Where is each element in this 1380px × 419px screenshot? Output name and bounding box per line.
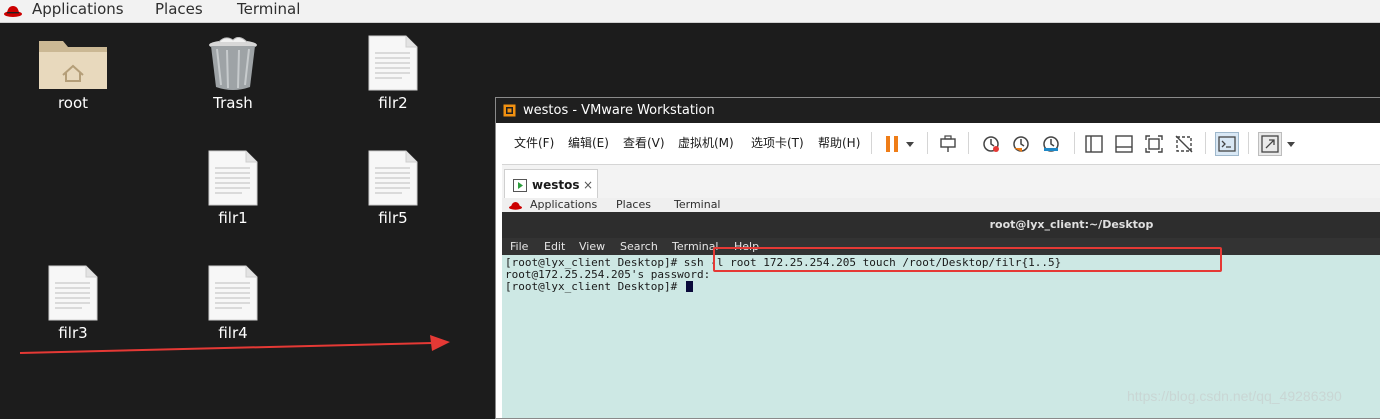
chevron-down-icon[interactable] (1284, 134, 1298, 154)
menu-tabs[interactable]: 选项卡(T) (751, 126, 804, 160)
vm-tab-strip: westos × (502, 164, 1380, 200)
menu-edit[interactable]: 编辑(E) (568, 126, 609, 160)
vmware-logo-icon (503, 104, 516, 117)
text-cursor (685, 281, 693, 292)
show-thumbnail-bar-icon[interactable] (1114, 134, 1134, 154)
toolbar-separator (968, 132, 969, 154)
guest-top-panel: Applications Places Terminal (502, 198, 1380, 212)
terminal-menu-view[interactable]: View (579, 238, 605, 255)
send-ctrl-alt-del-icon[interactable] (938, 134, 958, 154)
window-title: westos - VMware Workstation (523, 103, 715, 118)
toolbar-separator (1248, 132, 1249, 154)
unity-mode-icon[interactable] (1174, 134, 1194, 154)
terminal-menu-search[interactable]: Search (620, 238, 658, 255)
vmware-menubar: 文件(F) 编辑(E) 查看(V) 虚拟机(M) 选项卡(T) 帮助(H) (502, 126, 1380, 160)
watermark: https://blog.csdn.net/qq_49286390 (1127, 388, 1342, 404)
full-screen-icon[interactable] (1144, 134, 1164, 154)
terminal-prompt: [root@lyx_client Desktop]# (505, 280, 684, 293)
show-library-icon[interactable] (1084, 134, 1104, 154)
redhat-logo-icon (509, 202, 522, 210)
revert-snapshot-icon[interactable] (1011, 134, 1031, 154)
guest-screen[interactable]: Applications Places Terminal root@lyx_cl… (502, 198, 1380, 418)
console-view-icon[interactable] (1215, 132, 1239, 156)
tab-close-icon[interactable]: × (583, 170, 593, 200)
menu-vm[interactable]: 虚拟机(M) (678, 126, 734, 160)
snapshot-manager-icon[interactable] (1041, 134, 1061, 154)
toolbar-separator (1074, 132, 1075, 154)
guest-menu-places[interactable]: Places (616, 198, 651, 212)
toolbar-separator (871, 132, 872, 154)
pause-icon[interactable] (882, 134, 902, 154)
vm-icon (513, 179, 527, 192)
menu-view[interactable]: 查看(V) (623, 126, 665, 160)
terminal-title: root@lyx_client:~/Desktop (989, 218, 1154, 231)
menu-file[interactable]: 文件(F) (514, 126, 554, 160)
chevron-down-icon[interactable] (903, 134, 917, 154)
annotation-arrow (19, 335, 450, 354)
terminal-menu-file[interactable]: File (510, 238, 528, 255)
snapshot-icon[interactable] (981, 134, 1001, 154)
toolbar-separator (1205, 132, 1206, 154)
stretch-guest-icon[interactable] (1258, 132, 1282, 156)
terminal-titlebar[interactable]: root@lyx_client:~/Desktop (502, 212, 1380, 238)
guest-menu-terminal[interactable]: Terminal (674, 198, 721, 212)
terminal-prompt-line: [root@lyx_client Desktop]# (505, 281, 693, 293)
terminal-menu-edit[interactable]: Edit (544, 238, 565, 255)
tab-label: westos (532, 178, 580, 192)
terminal-menu-terminal[interactable]: Terminal (672, 238, 719, 255)
vmware-titlebar[interactable]: westos - VMware Workstation (496, 98, 1380, 123)
menu-help[interactable]: 帮助(H) (818, 126, 860, 160)
vm-tab-westos[interactable]: westos × (504, 169, 598, 200)
toolbar-separator (927, 132, 928, 154)
annotation-highlight-box (713, 247, 1222, 272)
guest-menu-applications[interactable]: Applications (530, 198, 597, 212)
